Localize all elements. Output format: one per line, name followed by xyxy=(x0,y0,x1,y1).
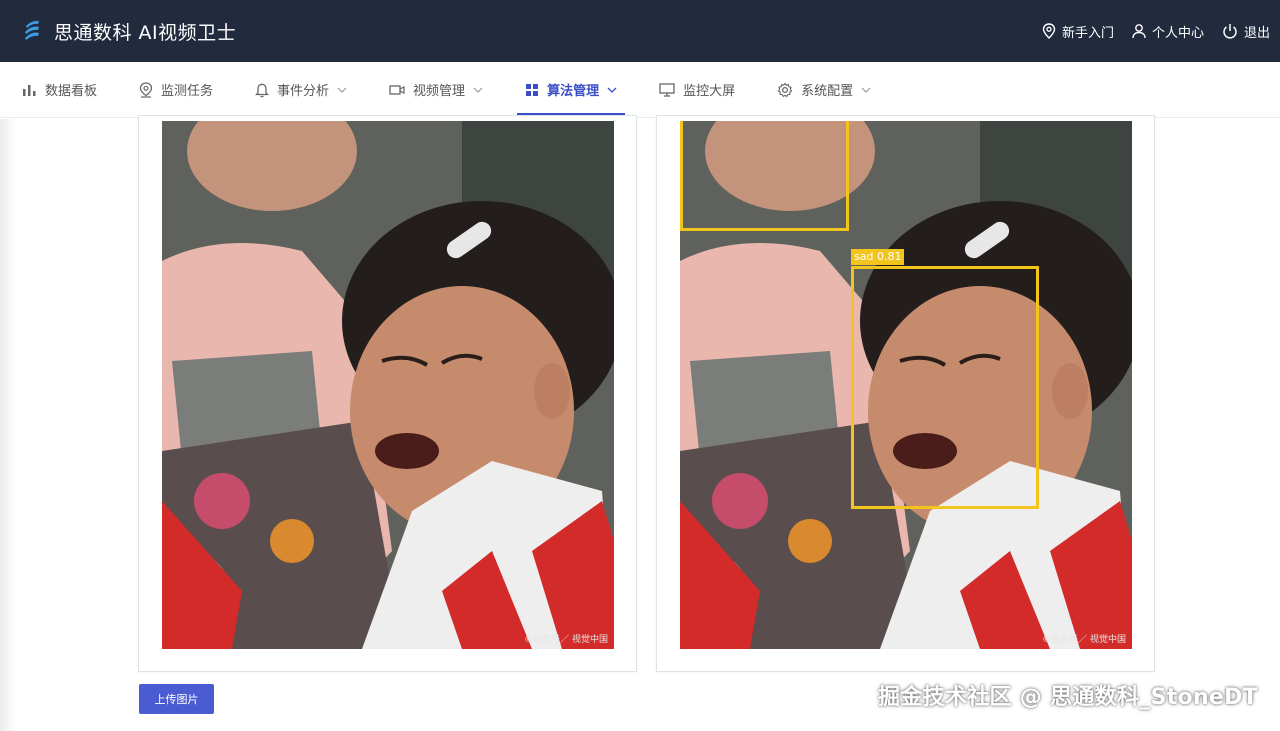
chevron-down-icon xyxy=(607,87,617,93)
nav-label: 数据看板 xyxy=(45,84,98,99)
guide-label: 新手入门 xyxy=(1061,25,1114,41)
chevron-down-icon xyxy=(337,87,347,93)
location-pin-icon xyxy=(1042,23,1056,39)
bar-chart-icon xyxy=(23,84,36,96)
nav-item-monitor-task[interactable]: 监测任务 xyxy=(125,62,227,117)
header-actions: 新手入门 个人中心 退出 xyxy=(1024,22,1270,41)
nav-item-monitor-screen[interactable]: 监控大屏 xyxy=(645,62,749,117)
detection-box-top xyxy=(680,121,849,231)
nav-label: 视频管理 xyxy=(413,84,466,99)
original-image-panel: ©百家号／ 视觉中国 xyxy=(138,115,637,672)
bell-icon xyxy=(255,83,270,97)
user-icon xyxy=(1132,24,1146,39)
logo-icon xyxy=(25,20,39,40)
content-area: ©百家号／ 视觉中国 sad 0.81 ©百家号／ 视觉中国 上传图片 掘金技术… xyxy=(0,115,1280,731)
profile-button[interactable]: 个人中心 xyxy=(1132,22,1204,41)
nav-label: 算法管理 xyxy=(547,84,600,99)
nav-item-video-management[interactable]: 视频管理 xyxy=(375,62,497,117)
result-image: sad 0.81 ©百家号／ 视觉中国 xyxy=(680,121,1132,649)
nav-item-dashboard[interactable]: 数据看板 xyxy=(0,62,111,117)
gear-icon xyxy=(777,82,793,97)
nav-label: 监测任务 xyxy=(161,84,214,99)
guide-button[interactable]: 新手入门 xyxy=(1042,22,1114,41)
original-image: ©百家号／ 视觉中国 xyxy=(162,121,614,649)
chevron-down-icon xyxy=(473,87,483,93)
result-image-panel: sad 0.81 ©百家号／ 视觉中国 xyxy=(656,115,1155,672)
detection-box-face xyxy=(851,266,1039,509)
nav-item-event-analysis[interactable]: 事件分析 xyxy=(241,62,361,117)
brand[interactable]: 思通数科 AI视频卫士 xyxy=(22,18,236,45)
video-camera-icon xyxy=(389,84,405,95)
nav-item-system-config[interactable]: 系统配置 xyxy=(763,62,885,117)
logout-button[interactable]: 退出 xyxy=(1222,22,1270,41)
nav-label: 监控大屏 xyxy=(683,84,736,99)
monitor-icon xyxy=(659,82,675,97)
image-watermark: ©百家号／ 视觉中国 xyxy=(524,635,608,645)
credit-watermark: 掘金技术社区 @ 思通数科_StoneDT xyxy=(878,685,1258,710)
nav-label: 事件分析 xyxy=(277,84,330,99)
image-watermark: ©百家号／ 视觉中国 xyxy=(1042,635,1126,645)
app-title: 思通数科 AI视频卫士 xyxy=(54,21,237,44)
detection-label: sad 0.81 xyxy=(851,249,905,265)
upload-image-button[interactable]: 上传图片 xyxy=(139,684,214,714)
crying-girl-photo xyxy=(162,121,614,649)
top-header: 思通数科 AI视频卫士 新手入门 个人中心 退出 xyxy=(0,0,1280,62)
grid-icon xyxy=(526,83,539,96)
nav-item-algorithm-management[interactable]: 算法管理 xyxy=(511,62,631,117)
chevron-down-icon xyxy=(861,87,871,93)
power-icon xyxy=(1223,24,1237,39)
profile-label: 个人中心 xyxy=(1151,25,1204,41)
logout-label: 退出 xyxy=(1243,25,1270,41)
location-pin-icon xyxy=(139,81,153,98)
nav-label: 系统配置 xyxy=(801,84,854,99)
main-nav: 数据看板 监测任务 事件分析 视频管理 算法管理 监控大屏 系统配置 xyxy=(0,62,1280,118)
left-edge-shade xyxy=(0,119,16,731)
